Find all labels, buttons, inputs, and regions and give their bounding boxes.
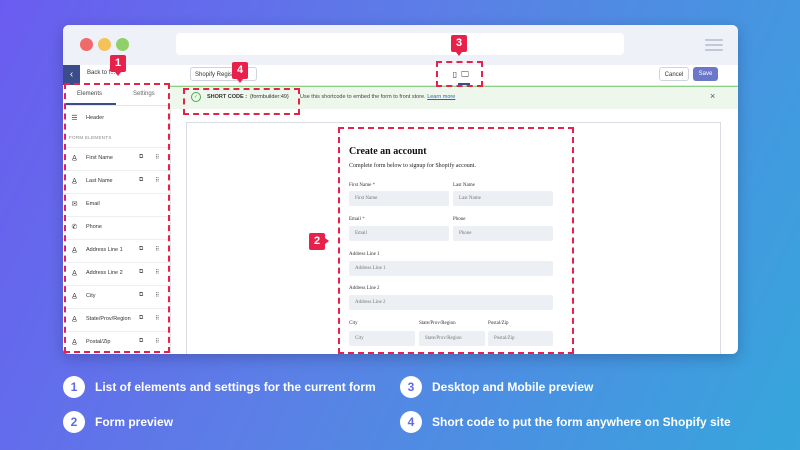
minimize-window-icon[interactable] — [98, 38, 111, 51]
cancel-button[interactable]: Cancel — [659, 67, 689, 81]
legend-number: 3 — [400, 376, 422, 398]
callout-badge-1: 1 — [110, 55, 126, 76]
save-button[interactable]: Save — [693, 67, 718, 81]
learn-more-link[interactable]: Learn more — [427, 94, 455, 100]
close-window-icon[interactable] — [80, 38, 93, 51]
shortcode-hint: Use this shortcode to embed the form to … — [300, 94, 455, 100]
legend-text: List of elements and settings for the cu… — [95, 380, 376, 394]
menu-icon[interactable] — [705, 39, 723, 51]
close-icon[interactable]: × — [710, 91, 715, 101]
shortcode-hint-text: Use this shortcode to embed the form to … — [300, 94, 426, 100]
back-button[interactable]: ‹ — [63, 65, 80, 85]
callout-badge-3: 3 — [451, 35, 467, 56]
maximize-window-icon[interactable] — [116, 38, 129, 51]
legend-number: 2 — [63, 411, 85, 433]
address-bar[interactable] — [176, 33, 624, 55]
callout-box-shortcode — [183, 88, 300, 115]
legend-text: Desktop and Mobile preview — [432, 380, 594, 394]
callout-box-elements — [64, 83, 170, 353]
chevron-left-icon: ‹ — [69, 69, 74, 80]
legend-number: 1 — [63, 376, 85, 398]
callout-badge-2: 2 — [309, 233, 329, 250]
callout-box-device-preview — [436, 61, 483, 87]
legend-number: 4 — [400, 411, 422, 433]
browser-titlebar — [63, 25, 738, 65]
legend-text: Form preview — [95, 415, 174, 429]
callout-badge-4: 4 — [232, 62, 248, 83]
legend-text: Short code to put the form anywhere on S… — [432, 415, 731, 429]
callout-box-preview — [338, 127, 574, 354]
